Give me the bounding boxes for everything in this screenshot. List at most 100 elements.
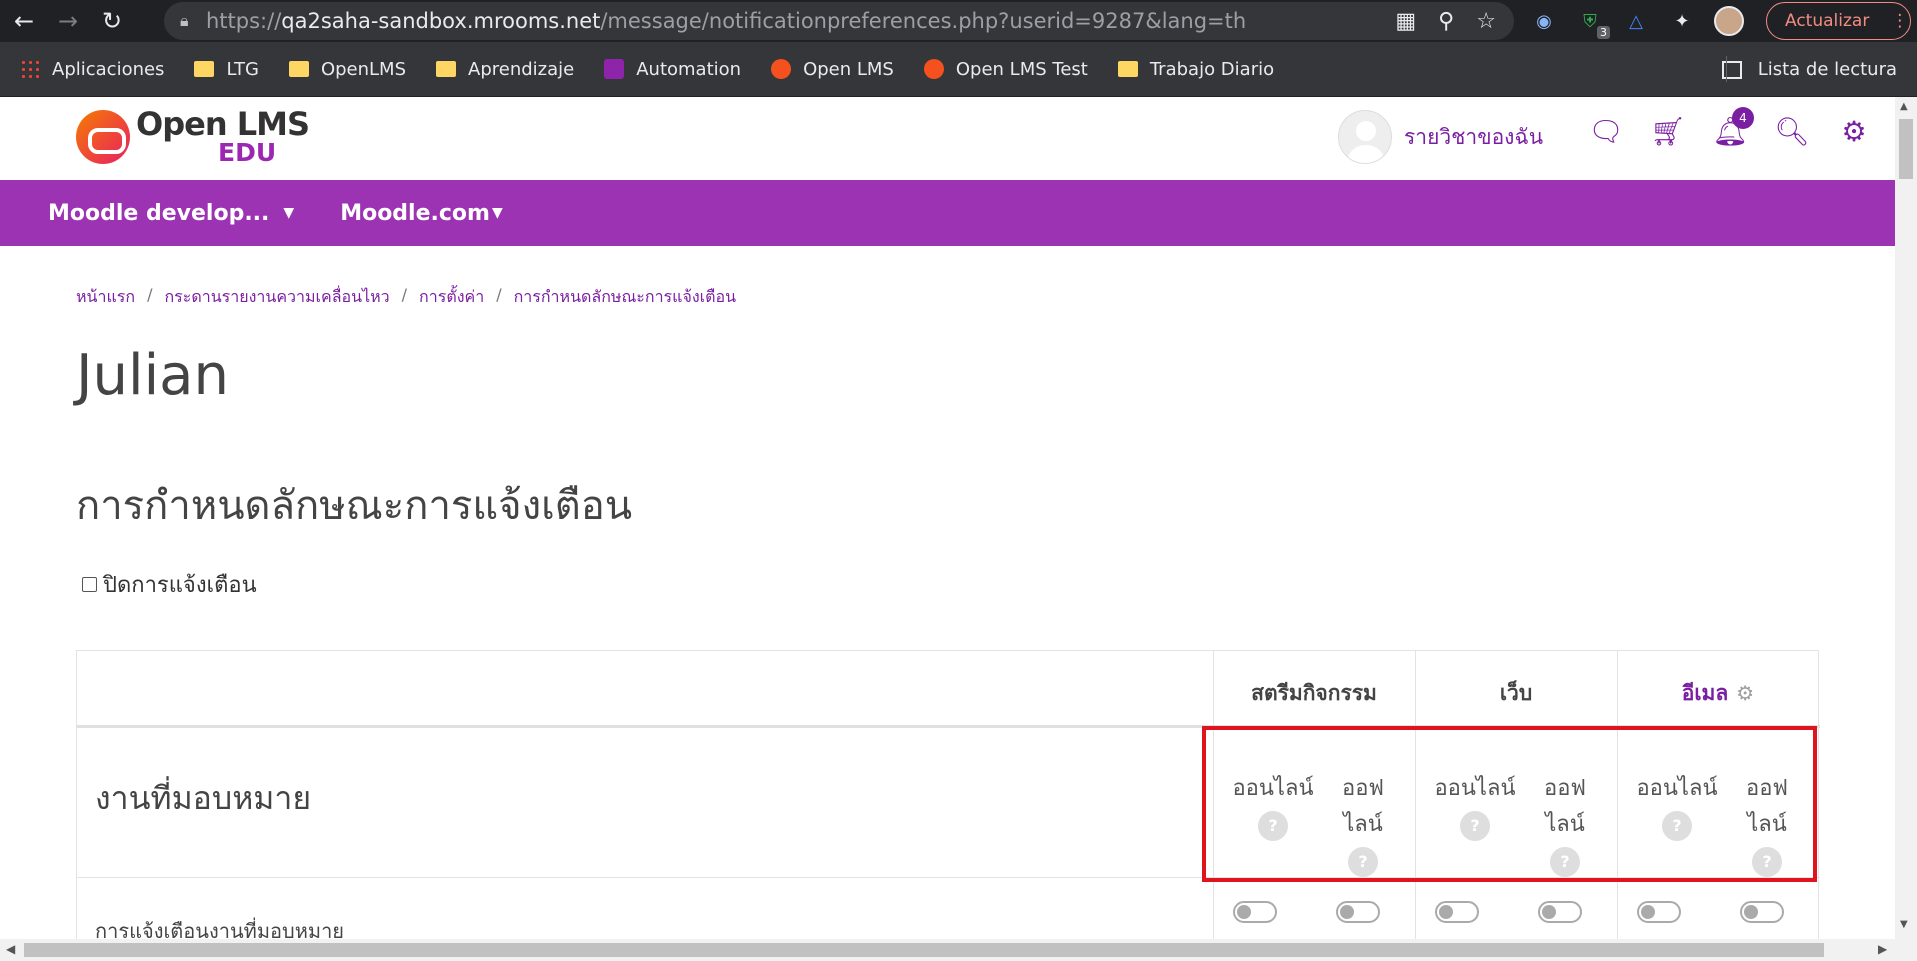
- column-header-web: เว็บ: [1499, 681, 1533, 705]
- openlms-logo-icon: [76, 109, 130, 164]
- toggle-web-offline[interactable]: [1538, 901, 1582, 923]
- bookmark-open-lms-test[interactable]: Open LMS Test: [923, 58, 1088, 80]
- back-arrow-icon[interactable]: ←: [4, 1, 44, 41]
- caret-down-icon: ▼: [491, 205, 503, 221]
- horizontal-scrollbar[interactable]: ◀ ▶: [0, 939, 1917, 961]
- bookmark-star-icon[interactable]: ☆: [1476, 9, 1496, 34]
- url-scheme: https://: [206, 9, 282, 33]
- reading-list-label: Lista de lectura: [1757, 59, 1897, 80]
- toggle-web-online[interactable]: [1435, 901, 1479, 923]
- zoom-icon[interactable]: ⚲: [1438, 9, 1454, 34]
- bookmark-ltg[interactable]: LTG: [194, 59, 259, 80]
- automation-icon: [604, 59, 625, 79]
- bookmark-trabajo-diario[interactable]: Trabajo Diario: [1117, 58, 1275, 80]
- url-text: https://qa2saha-sandbox.mrooms.net/messa…: [206, 9, 1246, 33]
- logo-text-sub: EDU: [218, 138, 277, 167]
- bookmark-openlms-folder[interactable]: OpenLMS: [288, 58, 407, 80]
- scroll-down-arrow-icon[interactable]: ▼: [1900, 919, 1908, 930]
- reading-list[interactable]: Lista de lectura: [1721, 42, 1897, 97]
- group-title-assignment: งานที่มอบหมาย: [95, 779, 312, 817]
- disable-notifications-checkbox[interactable]: [82, 577, 97, 592]
- openlms-icon: [923, 59, 944, 79]
- apps-grid-icon: [20, 59, 40, 79]
- bookmark-automation[interactable]: Automation: [604, 59, 741, 80]
- scroll-left-arrow-icon[interactable]: ◀: [6, 942, 15, 956]
- breadcrumb-separator: /: [401, 285, 408, 304]
- breadcrumb: หน้าแรก / กระดานรายงานความเคลื่อนไหว / ก…: [76, 285, 736, 310]
- reload-icon[interactable]: ↻: [92, 1, 132, 41]
- folder-icon: [436, 61, 457, 77]
- toggle-activity-offline[interactable]: [1336, 901, 1380, 923]
- bookmark-label: Aplicaciones: [52, 58, 165, 80]
- message-bubble-icon[interactable]: 🗨︎: [1588, 113, 1624, 149]
- nav-menu-moodle-com[interactable]: Moodle.com ▼: [340, 201, 503, 226]
- search-icon[interactable]: 🔍︎: [1774, 113, 1810, 149]
- bookmark-label: OpenLMS: [320, 58, 407, 80]
- bookmarks-divider: [1726, 56, 1727, 82]
- address-bar[interactable]: 🔒︎ https://qa2saha-sandbox.mrooms.net/me…: [164, 2, 1514, 40]
- cart-icon[interactable]: 🛒︎: [1650, 113, 1686, 149]
- breadcrumb-separator: /: [496, 285, 502, 304]
- url-host: qa2saha-sandbox.mrooms.net: [281, 9, 601, 33]
- bookmark-label: LTG: [226, 58, 259, 80]
- bookmark-apps[interactable]: Aplicaciones: [20, 59, 164, 80]
- bookmark-aprendizaje[interactable]: Aprendizaje: [436, 59, 574, 80]
- notification-count-badge: 4: [1732, 107, 1754, 129]
- logo-text-main: Open LMS: [136, 105, 310, 143]
- extension-owl-icon[interactable]: ◉: [1530, 7, 1558, 35]
- breadcrumb-separator: /: [147, 285, 153, 304]
- folder-icon: [288, 61, 309, 77]
- site-header: Open LMS EDU รายวิชาของฉัน 🗨︎ 🛒︎ 🔔︎ 4 🔍︎ …: [0, 97, 1895, 180]
- breadcrumb-dashboard[interactable]: กระดานรายงานความเคลื่อนไหว: [164, 285, 389, 310]
- url-path: /message/notificationpreferences.php?use…: [600, 9, 1247, 33]
- column-header-activity-stream: สตรีมกิจกรรม: [1251, 681, 1377, 705]
- email-settings-gear-icon[interactable]: ⚙: [1736, 681, 1754, 705]
- section-title: การกำหนดลักษณะการแจ้งเตือน: [76, 483, 633, 529]
- page-title: Julian: [76, 343, 229, 408]
- column-header-email[interactable]: อีเมล ⚙: [1617, 677, 1819, 710]
- extension-triangle-icon[interactable]: △: [1622, 7, 1650, 35]
- bookmark-label: Trabajo Diario: [1149, 58, 1275, 80]
- update-label: Actualizar: [1785, 11, 1870, 31]
- item-label-assignment-notifications: การแจ้งเตือนงานที่มอบหมาย: [95, 919, 345, 939]
- bookmark-label: Open LMS Test: [955, 58, 1088, 80]
- disable-notifications-toggle[interactable]: ปิดการแจ้งเตือน: [82, 567, 257, 602]
- extension-badge: 3: [1597, 26, 1610, 39]
- extensions-puzzle-icon[interactable]: ✦: [1668, 7, 1696, 35]
- nav-menu-moodle-develop[interactable]: Moodle develop... ▼: [48, 201, 294, 226]
- site-logo[interactable]: Open LMS EDU: [76, 105, 310, 167]
- user-menu[interactable]: รายวิชาของฉัน: [1338, 110, 1543, 164]
- breadcrumb-preferences[interactable]: การตั้งค่า: [419, 285, 484, 310]
- kebab-menu-icon: ⋮: [1891, 11, 1909, 31]
- bookmark-open-lms[interactable]: Open LMS: [771, 59, 894, 80]
- gear-icon[interactable]: ⚙: [1836, 113, 1872, 149]
- toggle-email-online[interactable]: [1637, 901, 1681, 923]
- breadcrumb-notification-preferences[interactable]: การกำหนดลักษณะการแจ้งเตือน: [514, 285, 736, 310]
- breadcrumb-home[interactable]: หน้าแรก: [76, 285, 135, 310]
- folder-icon: [1117, 61, 1138, 77]
- toggle-email-offline[interactable]: [1740, 901, 1784, 923]
- my-courses-link[interactable]: รายวิชาของฉัน: [1404, 121, 1543, 154]
- vertical-scrollbar[interactable]: ▲ ▼: [1895, 97, 1917, 939]
- main-nav: Moodle develop... ▼ Moodle.com ▼: [0, 180, 1895, 246]
- scroll-right-arrow-icon[interactable]: ▶: [1878, 942, 1887, 956]
- bookmark-label: Open LMS: [803, 58, 894, 80]
- openlms-icon: [771, 59, 792, 79]
- extension-shield-icon[interactable]: ⛨ 3: [1576, 7, 1610, 39]
- highlight-annotation-box: [1202, 726, 1817, 882]
- avatar[interactable]: [1338, 110, 1392, 164]
- toggle-activity-online[interactable]: [1233, 901, 1277, 923]
- vertical-scroll-thumb[interactable]: [1899, 119, 1913, 179]
- browser-toolbar: ← → ↻ 🔒︎ https://qa2saha-sandbox.mrooms.…: [0, 0, 1917, 42]
- reading-list-icon: [1721, 60, 1742, 79]
- lock-icon: 🔒︎: [180, 11, 189, 30]
- translate-icon[interactable]: ▦: [1395, 9, 1416, 34]
- folder-icon: [194, 61, 215, 77]
- forward-arrow-icon[interactable]: →: [48, 1, 88, 41]
- update-button[interactable]: Actualizar ⋮: [1766, 2, 1911, 40]
- profile-avatar[interactable]: [1714, 6, 1744, 36]
- bell-icon[interactable]: 🔔︎ 4: [1712, 107, 1754, 149]
- horizontal-scroll-thumb[interactable]: [24, 943, 1824, 957]
- scroll-up-arrow-icon[interactable]: ▲: [1900, 101, 1908, 112]
- column-header-email-label: อีเมล: [1681, 681, 1729, 705]
